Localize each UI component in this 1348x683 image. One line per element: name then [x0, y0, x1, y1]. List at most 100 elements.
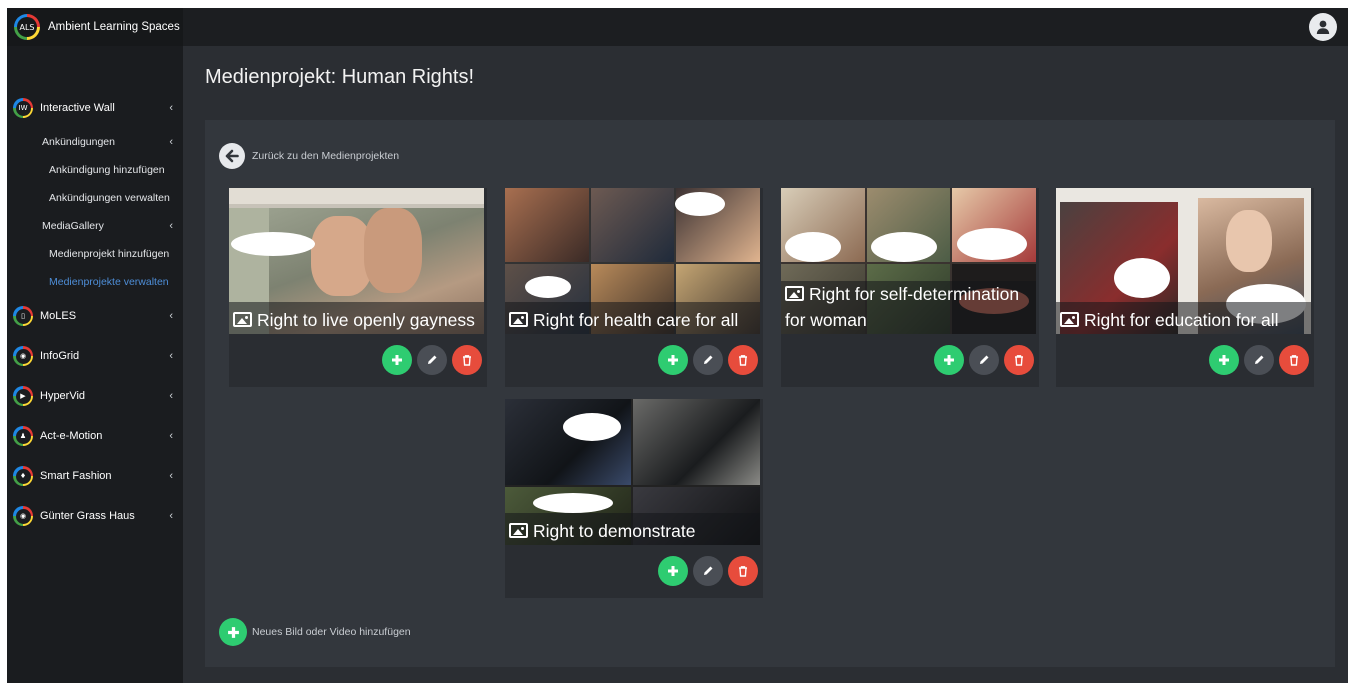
- media-caption: Right for health care for all: [505, 302, 760, 334]
- sidebar-item-act-e-motion[interactable]: ♟ Act-e-Motion ‹: [7, 416, 183, 456]
- plus-icon: [944, 355, 954, 365]
- edit-button[interactable]: [693, 556, 723, 586]
- sidebar-item-label: Medienprojekt hinzufügen: [49, 248, 170, 260]
- caption-text: Right to live openly gayness: [257, 310, 475, 330]
- add-button[interactable]: [658, 556, 688, 586]
- sidebar-item-interactive-wall[interactable]: IW Interactive Wall ‹: [7, 88, 183, 128]
- sidebar-item-ankuendigungen-verwalten[interactable]: Ankündigungen verwalten: [7, 184, 183, 212]
- delete-button[interactable]: [452, 345, 482, 375]
- chevron-left-icon: ‹: [169, 470, 173, 482]
- add-new-media-button[interactable]: Neues Bild oder Video hinzufügen: [219, 618, 411, 646]
- sidebar-item-hypervid[interactable]: ▶ HyperVid ‹: [7, 376, 183, 416]
- play-icon: ▶: [13, 386, 33, 406]
- delete-button[interactable]: [1279, 345, 1309, 375]
- sidebar-item-label: Günter Grass Haus: [40, 510, 135, 522]
- mobile-icon: ▯: [13, 306, 33, 326]
- sidebar-item-label: HyperVid: [40, 390, 86, 402]
- delete-button[interactable]: [728, 556, 758, 586]
- plus-icon: [219, 618, 247, 646]
- sidebar-item-mediagallery[interactable]: MediaGallery ‹: [7, 212, 183, 240]
- edit-button[interactable]: [969, 345, 999, 375]
- sidebar-item-label: Smart Fashion: [40, 470, 112, 482]
- chevron-left-icon: ‹: [169, 220, 173, 232]
- caption-text: Right to demonstrate: [533, 521, 696, 541]
- new-media-label: Neues Bild oder Video hinzufügen: [252, 626, 411, 638]
- trash-icon: [463, 355, 471, 366]
- chevron-left-icon: ‹: [169, 310, 173, 322]
- media-actions: [1209, 345, 1309, 375]
- app-frame: ALS Ambient Learning Spaces IW Interacti…: [7, 8, 1348, 683]
- chevron-left-icon: ‹: [169, 390, 173, 402]
- caption-text: Right for education for all: [1084, 310, 1279, 330]
- shirt-icon: ♦: [13, 466, 33, 486]
- image-icon: [1060, 312, 1079, 327]
- sidebar-item-label: MediaGallery: [42, 220, 104, 232]
- trash-icon: [1290, 355, 1298, 366]
- edit-button[interactable]: [1244, 345, 1274, 375]
- sidebar-item-label: Act-e-Motion: [40, 430, 103, 442]
- icon-glyph: ▶: [15, 388, 31, 404]
- pencil-icon: [704, 566, 713, 575]
- media-card: Right to live openly gayness: [229, 188, 487, 387]
- media-actions: [658, 556, 758, 586]
- media-card: Right to demonstrate: [505, 399, 763, 598]
- sidebar-item-infogrid[interactable]: ◉ InfoGrid ‹: [7, 336, 183, 376]
- plus-icon: [1219, 355, 1229, 365]
- sidebar-item-guenter-grass-haus[interactable]: ◉ Günter Grass Haus ‹: [7, 496, 183, 536]
- pencil-icon: [704, 355, 713, 364]
- chevron-left-icon: ‹: [169, 510, 173, 522]
- caption-text: Right for health care for all: [533, 310, 739, 330]
- edit-button[interactable]: [693, 345, 723, 375]
- chevron-left-icon: ‹: [169, 102, 173, 114]
- top-bar: [183, 8, 1348, 46]
- add-button[interactable]: [1209, 345, 1239, 375]
- image-icon: [785, 286, 804, 301]
- media-card: Right for self-determination for woman: [781, 188, 1039, 387]
- user-icon: [1316, 20, 1330, 34]
- media-actions: [382, 345, 482, 375]
- back-label: Zurück zu den Medienprojekten: [252, 150, 400, 162]
- media-caption: Right for education for all: [1056, 302, 1311, 334]
- page-title: Medienprojekt: Human Rights!: [205, 66, 475, 88]
- plus-icon: [392, 355, 402, 365]
- sidebar-item-ankuendigung-hinzufuegen[interactable]: Ankündigung hinzufügen: [7, 156, 183, 184]
- media-card: Right for education for all: [1056, 188, 1314, 387]
- media-caption: Right to live openly gayness: [229, 302, 484, 334]
- icon-text: IW: [15, 100, 31, 116]
- sidebar-item-label: Ankündigung hinzufügen: [49, 164, 165, 176]
- icon-glyph: ◉: [15, 348, 31, 364]
- sidebar-item-medienprojekt-hinzufuegen[interactable]: Medienprojekt hinzufügen: [7, 240, 183, 268]
- media-caption: Right for self-determination for woman: [781, 281, 1036, 334]
- map-pin-icon: ◉: [13, 506, 33, 526]
- add-button[interactable]: [382, 345, 412, 375]
- sidebar-item-label: Ankündigungen verwalten: [49, 192, 170, 204]
- sidebar-item-ankuendigungen[interactable]: Ankündigungen ‹: [7, 128, 183, 156]
- user-menu-button[interactable]: [1309, 13, 1337, 41]
- icon-glyph: ♦: [15, 468, 31, 484]
- plus-icon: [668, 566, 678, 576]
- sidebar-item-label: InfoGrid: [40, 350, 80, 362]
- logo-text: ALS: [17, 17, 37, 37]
- icon-glyph: ♟: [15, 428, 31, 444]
- image-icon: [509, 523, 528, 538]
- back-to-media-projects-link[interactable]: Zurück zu den Medienprojekten: [219, 143, 399, 169]
- media-card: Right for health care for all: [505, 188, 763, 387]
- image-icon: [509, 312, 528, 327]
- delete-button[interactable]: [1004, 345, 1034, 375]
- add-button[interactable]: [658, 345, 688, 375]
- media-actions: [934, 345, 1034, 375]
- pencil-icon: [428, 355, 437, 364]
- sidebar-item-medienprojekte-verwalten[interactable]: Medienprojekte verwalten: [7, 268, 183, 296]
- delete-button[interactable]: [728, 345, 758, 375]
- sidebar-item-moles[interactable]: ▯ MoLES ‹: [7, 296, 183, 336]
- trash-icon: [1015, 355, 1023, 366]
- interactive-wall-icon: IW: [13, 98, 33, 118]
- sidebar-nav: IW Interactive Wall ‹ Ankündigungen ‹ An…: [7, 88, 183, 536]
- als-logo: ALS: [14, 14, 40, 40]
- sidebar-item-smart-fashion[interactable]: ♦ Smart Fashion ‹: [7, 456, 183, 496]
- trash-icon: [739, 566, 747, 577]
- add-button[interactable]: [934, 345, 964, 375]
- edit-button[interactable]: [417, 345, 447, 375]
- brand[interactable]: ALS Ambient Learning Spaces: [7, 8, 183, 46]
- icon-glyph: ▯: [15, 308, 31, 324]
